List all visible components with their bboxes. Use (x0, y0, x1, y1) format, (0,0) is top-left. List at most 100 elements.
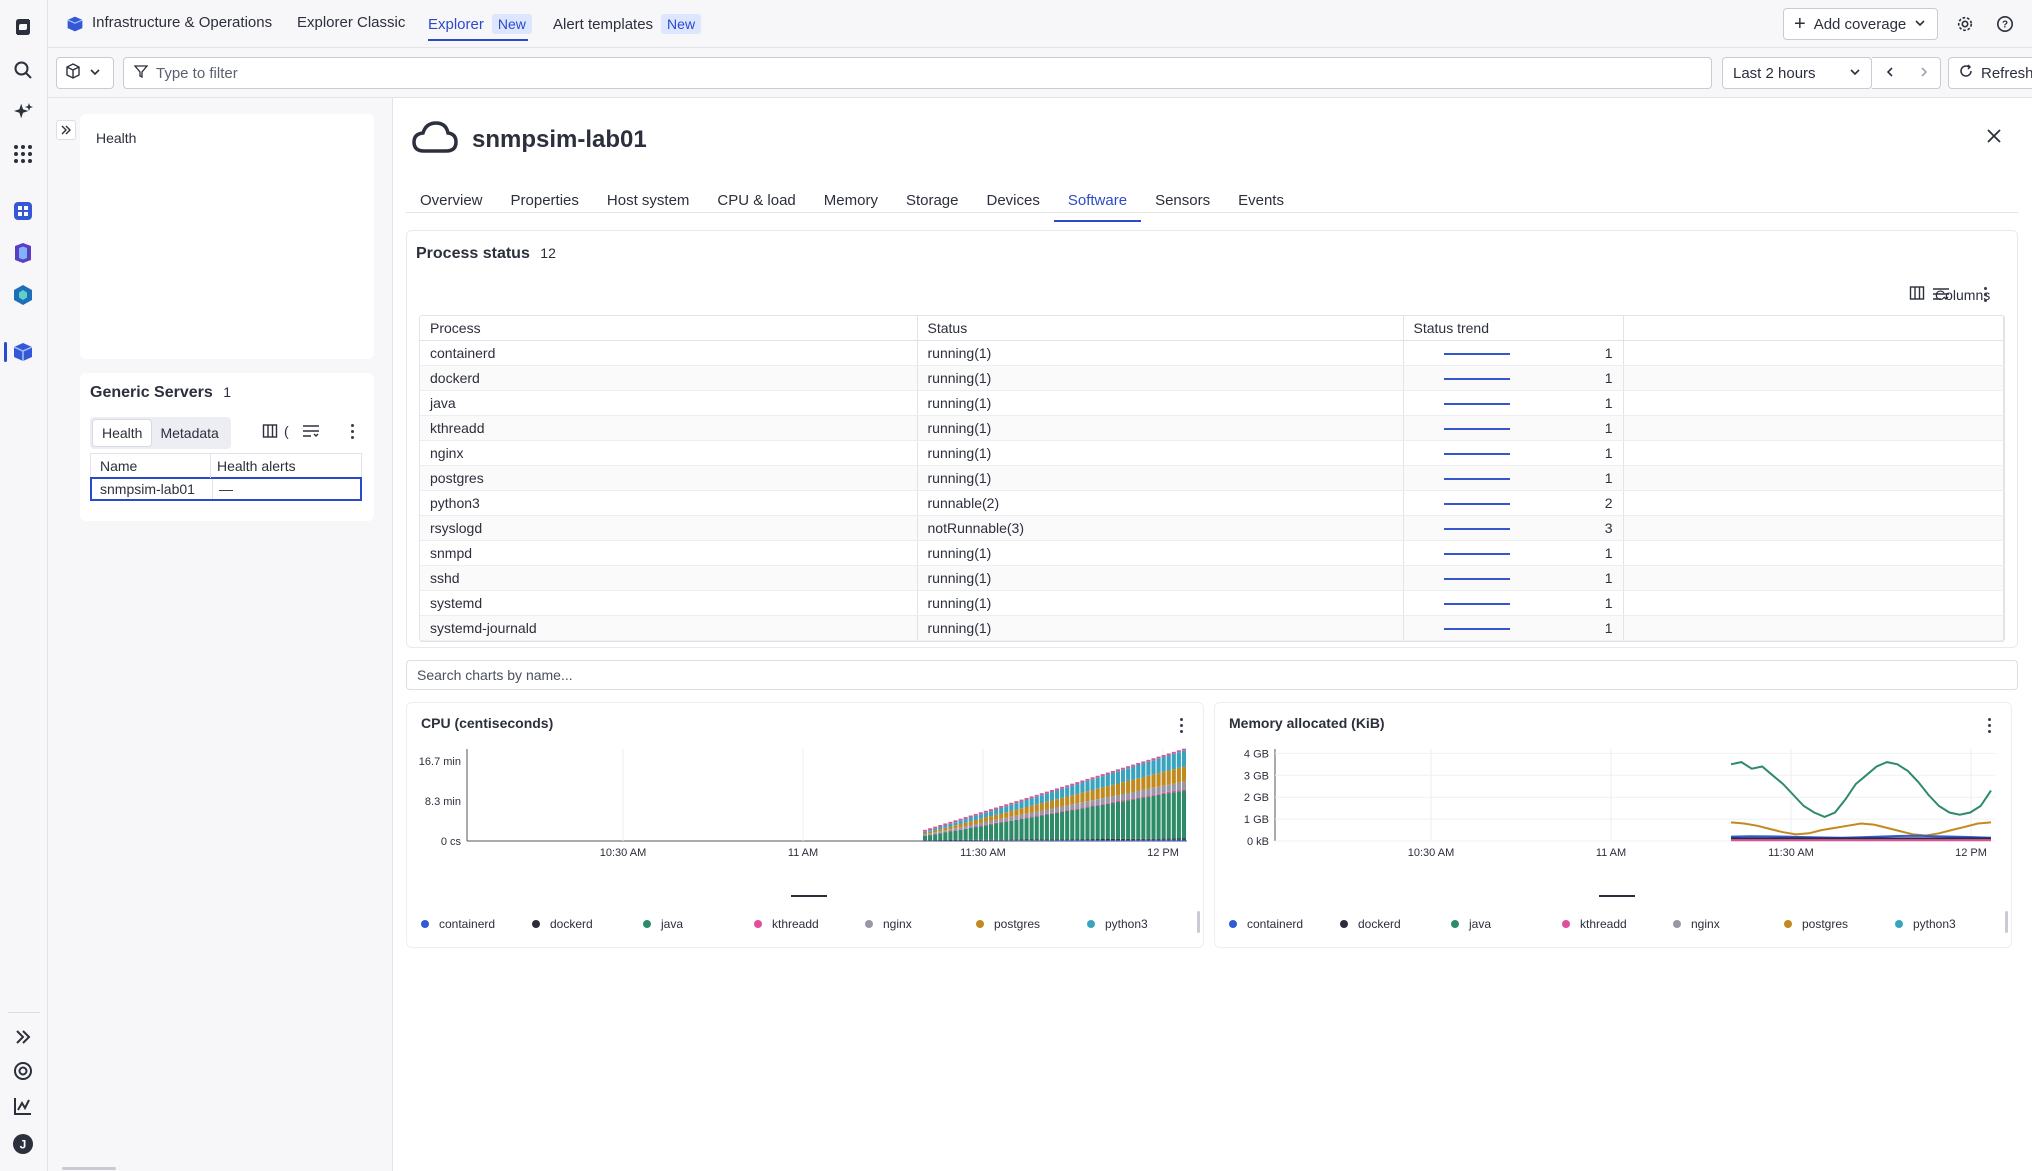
help-icon[interactable]: ? (1991, 10, 2019, 38)
legend-item-containerd[interactable]: containerd (421, 917, 532, 931)
columns-truncated-icon[interactable]: ( (284, 423, 289, 439)
cpu-bar-segment-nginx (1090, 800, 1095, 806)
cpu-bar-segment-python3 (953, 822, 958, 826)
app-title[interactable]: Infrastructure & Operations (92, 14, 272, 31)
tab-devices[interactable]: Devices (973, 184, 1054, 222)
legend-item-containerd[interactable]: containerd (1229, 917, 1340, 931)
kubernetes-app-icon[interactable] (10, 282, 36, 308)
help-lifebuoy-icon[interactable] (10, 1058, 36, 1084)
cpu-chart-plot[interactable]: 10:30 AM 11 AM 11:30 AM 12 PM 0 cs 8.3 min 16.… (407, 741, 1205, 871)
columns-icon[interactable] (262, 423, 278, 442)
table-row[interactable]: python3 runnable(2) 2 (420, 490, 2004, 516)
more-options-icon[interactable] (1975, 284, 1995, 304)
legend-item-kthreadd[interactable]: kthreadd (1562, 917, 1673, 931)
legend-scrollbar[interactable] (1197, 911, 1200, 933)
timeframe-selector[interactable]: Last 2 hours (1722, 57, 1872, 89)
legend-item-java[interactable]: java (643, 917, 754, 931)
chart-search-input[interactable]: Search charts by name... (406, 660, 2018, 690)
column-header-status-trend[interactable]: Status trend (1403, 316, 1624, 341)
chart-brush-handle[interactable] (1599, 895, 1635, 897)
chart-brush-handle[interactable] (791, 895, 827, 897)
cpu-bar-segment-python3 (1181, 750, 1186, 767)
legend-item-python3[interactable]: python3 (1895, 917, 2006, 931)
tab-explorer[interactable]: Explorer New (428, 14, 532, 41)
notebooks-app-icon[interactable] (10, 240, 36, 266)
ai-sparkle-icon[interactable] (10, 99, 36, 125)
row-density-icon[interactable] (302, 423, 320, 442)
table-row[interactable]: rsyslogd notRunnable(3) 3 (420, 515, 2004, 541)
tab-cpu-load[interactable]: CPU & load (703, 184, 809, 222)
add-coverage-button[interactable]: + Add coverage (1783, 8, 1938, 40)
tab-events[interactable]: Events (1224, 184, 1298, 222)
cpu-bar-segment-python3 (1049, 792, 1054, 801)
more-options-icon[interactable] (1979, 715, 1999, 735)
tab-host-system[interactable]: Host system (593, 184, 704, 222)
table-row[interactable]: postgres running(1) 1 (420, 465, 2004, 491)
column-header-health-alerts[interactable]: Health alerts (211, 458, 296, 474)
tab-properties[interactable]: Properties (497, 184, 593, 222)
infrastructure-app-icon[interactable] (10, 339, 36, 365)
tab-alert-templates[interactable]: Alert templates New (553, 14, 702, 34)
row-density-icon[interactable] (1932, 286, 1950, 305)
memory-chart-plot[interactable]: 10:30 AM 11 AM 11:30 AM 12 PM 0 kB 1 GB 2 GB 3 … (1215, 741, 2013, 871)
cpu-bar-segment-dockerd (1029, 839, 1034, 841)
spacer-cell (1623, 540, 2004, 566)
tab-sensors[interactable]: Sensors (1141, 184, 1224, 222)
tab-memory[interactable]: Memory (810, 184, 892, 222)
table-row[interactable]: nginx running(1) 1 (420, 440, 2004, 466)
legend-item-dockerd[interactable]: dockerd (532, 917, 643, 931)
cpu-bar-cap (973, 813, 978, 816)
table-row[interactable]: snmpsim-lab01 — (90, 477, 362, 501)
legend-label: dockerd (550, 917, 593, 931)
more-options-icon[interactable] (1171, 715, 1191, 735)
user-avatar-icon[interactable]: J (10, 1131, 36, 1157)
table-row[interactable]: sshd running(1) 1 (420, 565, 2004, 591)
legend-item-python3[interactable]: python3 (1087, 917, 1198, 931)
table-row[interactable]: systemd-journald running(1) 1 (420, 615, 2004, 641)
tab-storage[interactable]: Storage (892, 184, 973, 222)
table-row[interactable]: containerd running(1) 1 (420, 340, 2004, 366)
apps-grid-icon[interactable] (10, 141, 36, 167)
timeframe-back-button[interactable] (1872, 57, 1908, 89)
legend-label: containerd (1247, 917, 1304, 931)
filter-input[interactable]: Type to filter (123, 57, 1712, 89)
legend-item-dockerd[interactable]: dockerd (1340, 917, 1451, 931)
table-row[interactable]: kthreadd running(1) 1 (420, 415, 2004, 441)
tab-overview[interactable]: Overview (406, 184, 497, 222)
table-row[interactable]: systemd running(1) 1 (420, 590, 2004, 616)
timeframe-forward-button[interactable] (1907, 57, 1941, 89)
cpu-bar-cap (958, 818, 963, 821)
segment-health[interactable]: Health (93, 420, 152, 446)
table-row[interactable]: snmpd running(1) 1 (420, 540, 2004, 566)
legend-item-postgres[interactable]: postgres (976, 917, 1087, 931)
legend-item-java[interactable]: java (1451, 917, 1562, 931)
column-header-status[interactable]: Status (917, 316, 1404, 341)
legend-item-nginx[interactable]: nginx (865, 917, 976, 931)
horizontal-scrollbar[interactable] (62, 1167, 116, 1170)
expand-nav-icon[interactable] (10, 1024, 36, 1050)
analytics-icon[interactable] (10, 1093, 36, 1119)
server-name-cell[interactable]: snmpsim-lab01 (92, 479, 213, 499)
tab-software[interactable]: Software (1053, 184, 1142, 222)
health-card: Health (80, 114, 374, 359)
collapse-panel-icon[interactable] (56, 120, 76, 140)
refresh-button[interactable]: Refresh (1948, 57, 2032, 89)
segment-metadata[interactable]: Metadata (151, 420, 227, 446)
legend-item-nginx[interactable]: nginx (1673, 917, 1784, 931)
close-icon[interactable] (1986, 128, 2002, 147)
dynatrace-logo-icon[interactable] (10, 14, 36, 40)
legend-item-postgres[interactable]: postgres (1784, 917, 1895, 931)
entity-type-selector[interactable] (56, 57, 114, 89)
table-row[interactable]: dockerd running(1) 1 (420, 365, 2004, 391)
cpu-bar-segment-java (1156, 794, 1161, 839)
search-icon[interactable] (10, 57, 36, 83)
column-header-process[interactable]: Process (420, 316, 918, 341)
settings-gear-icon[interactable] (1951, 10, 1979, 38)
dashboards-app-icon[interactable] (10, 198, 36, 224)
more-options-icon[interactable] (342, 421, 362, 441)
column-header-name[interactable]: Name (91, 453, 211, 478)
legend-item-kthreadd[interactable]: kthreadd (754, 917, 865, 931)
table-row[interactable]: java running(1) 1 (420, 390, 2004, 416)
legend-scrollbar[interactable] (2005, 911, 2008, 933)
tab-explorer-classic[interactable]: Explorer Classic (297, 14, 405, 31)
